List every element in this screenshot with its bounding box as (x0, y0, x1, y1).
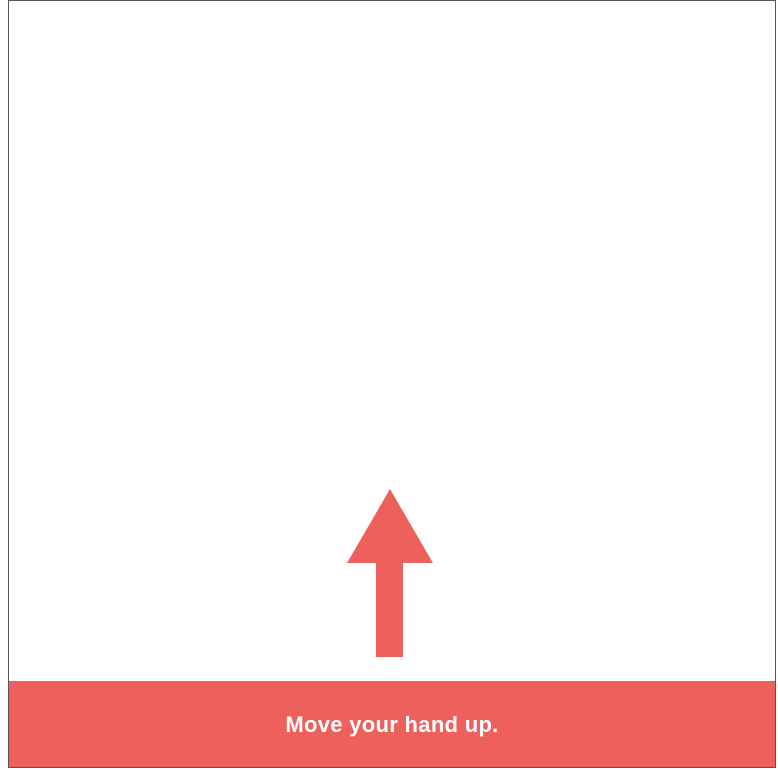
arrow-head (347, 489, 433, 563)
instruction-text: Move your hand up. (285, 712, 499, 737)
arrow-up-icon (347, 489, 433, 657)
instruction-banner: Move your hand up. (9, 681, 775, 767)
arrow-shaft (376, 562, 403, 657)
guidance-canvas (9, 1, 775, 681)
guidance-panel: Move your hand up. (8, 0, 776, 768)
